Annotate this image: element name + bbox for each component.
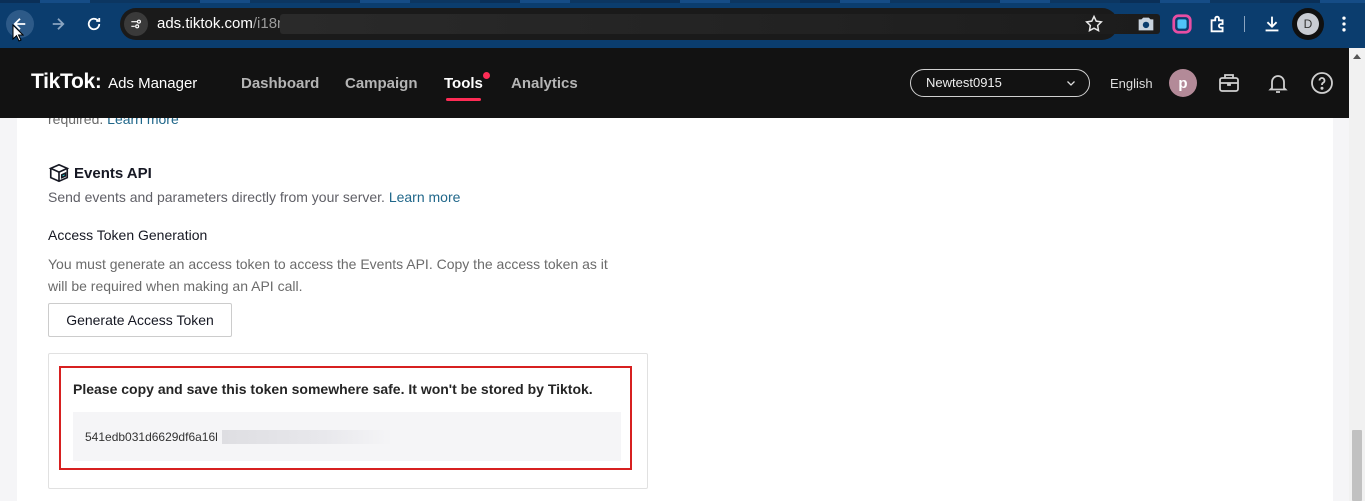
- reload-button[interactable]: [80, 10, 108, 38]
- user-avatar[interactable]: p: [1169, 69, 1197, 97]
- briefcase-icon[interactable]: [1217, 71, 1241, 95]
- scrollbar-thumb[interactable]: [1352, 430, 1362, 501]
- events-api-desc-text: Send events and parameters directly from…: [48, 189, 385, 205]
- extensions-puzzle-icon[interactable]: [1207, 13, 1229, 35]
- site-info-icon[interactable]: [124, 12, 148, 36]
- server-cube-icon: [48, 163, 70, 183]
- nav-campaign[interactable]: Campaign: [345, 75, 418, 92]
- events-api-description: Send events and parameters directly from…: [48, 189, 460, 205]
- url-text: ads.tiktok.com/i18n/: [157, 15, 290, 32]
- account-select[interactable]: Newtest0915: [910, 69, 1090, 97]
- token-section-description: You must generate an access token to acc…: [48, 256, 608, 294]
- app-header: TikTok: Ads Manager Dashboard Campaign T…: [0, 48, 1365, 118]
- browser-toolbar: ads.tiktok.com/i18n/ D: [0, 0, 1365, 48]
- tab-strip-edge: [0, 0, 1365, 3]
- download-icon[interactable]: [1261, 13, 1283, 35]
- access-token-field[interactable]: 541edb031d6629df6a16l: [73, 412, 621, 461]
- token-section-title: Access Token Generation: [48, 227, 208, 243]
- toolbar-separator: [1244, 16, 1245, 32]
- access-token-value: 541edb031d6629df6a16l: [85, 430, 218, 444]
- nav-tools[interactable]: Tools: [444, 72, 490, 101]
- color-extension-icon[interactable]: [1171, 13, 1193, 35]
- token-warning-text: Please copy and save this token somewher…: [73, 381, 593, 397]
- generate-access-token-button[interactable]: Generate Access Token: [48, 303, 232, 337]
- account-name: Newtest0915: [926, 75, 1002, 90]
- arrow-right-icon: [52, 18, 65, 30]
- help-icon[interactable]: [1310, 71, 1334, 95]
- token-redacted: [222, 430, 392, 444]
- reload-icon: [87, 17, 101, 31]
- browser-profile-button[interactable]: D: [1292, 8, 1324, 40]
- language-switch[interactable]: English: [1110, 76, 1153, 91]
- url-redacted: [280, 14, 1160, 34]
- camera-icon[interactable]: [1135, 13, 1157, 35]
- page-scrollbar[interactable]: [1349, 48, 1365, 501]
- bell-icon[interactable]: [1266, 71, 1290, 95]
- chevron-down-icon: [1067, 81, 1075, 86]
- profile-initial: D: [1297, 13, 1319, 35]
- events-api-heading: Events API: [48, 162, 152, 184]
- bookmark-star-icon[interactable]: [1084, 14, 1104, 34]
- nav-tools-label: Tools: [444, 75, 483, 92]
- url-host: ads.tiktok.com: [157, 15, 253, 32]
- active-underline: [446, 98, 481, 101]
- brand-product: Ads Manager: [108, 75, 198, 92]
- more-vertical-icon[interactable]: [1334, 13, 1354, 35]
- nav-analytics[interactable]: Analytics: [511, 75, 578, 92]
- address-bar[interactable]: ads.tiktok.com/i18n/: [120, 8, 1160, 40]
- forward-button[interactable]: [44, 10, 72, 38]
- events-api-learn-more-link[interactable]: Learn more: [389, 189, 461, 205]
- brand-name: TikTok: [31, 70, 95, 93]
- notification-dot: [482, 72, 490, 79]
- scroll-up-arrow-icon[interactable]: [1353, 54, 1361, 59]
- nav-dashboard[interactable]: Dashboard: [241, 75, 319, 92]
- mouse-cursor-icon: [12, 24, 24, 42]
- tiktok-ads-logo[interactable]: TikTok: Ads Manager: [31, 70, 197, 94]
- events-api-title: Events API: [74, 164, 152, 182]
